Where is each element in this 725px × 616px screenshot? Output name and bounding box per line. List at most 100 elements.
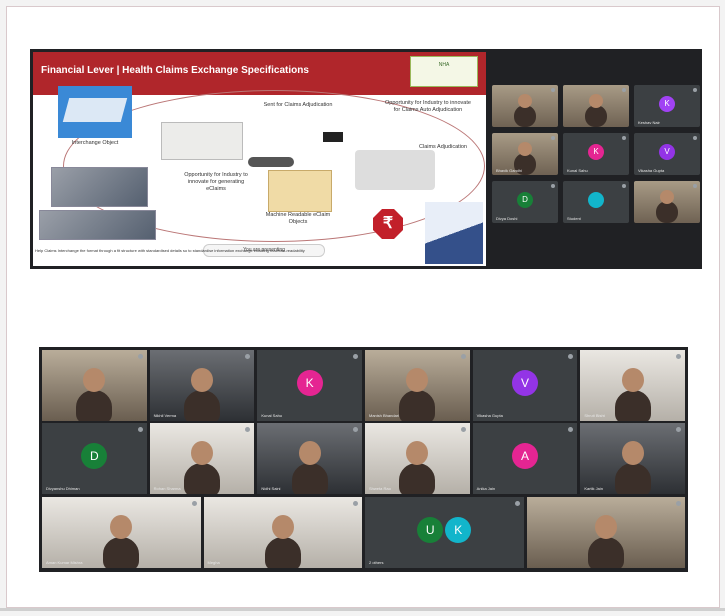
medical-items-photo xyxy=(39,210,156,240)
mic-status-icon xyxy=(137,427,143,432)
participant-tile[interactable]: Megha xyxy=(203,497,362,568)
mic-status-icon xyxy=(514,501,520,506)
participant-tile[interactable]: Shruti Bisht xyxy=(580,350,685,421)
participant-video xyxy=(76,390,113,421)
participant-tile[interactable]: D Divyanshu Dhiman xyxy=(42,423,147,494)
participant-name: Keshav Nair xyxy=(638,120,660,125)
participant-tile[interactable]: Rohan Sharma xyxy=(149,423,255,494)
participant-tile[interactable] xyxy=(526,497,685,568)
participant-tile[interactable]: Aman Kumar Mishra xyxy=(42,497,201,568)
participant-face xyxy=(621,368,644,392)
participant-tile[interactable] xyxy=(492,85,558,127)
participant-face xyxy=(660,190,674,204)
avatar: D xyxy=(517,192,533,208)
participant-name: Divya Doshi xyxy=(496,216,518,221)
participant-face xyxy=(594,515,617,539)
mic-status-icon xyxy=(460,427,466,432)
participant-tile[interactable]: D Divya Doshi xyxy=(492,181,558,223)
participant-tile[interactable]: A Anika Jain xyxy=(472,423,578,494)
label-sent-for-claims: Sent for Claims Adjudication xyxy=(263,102,333,108)
participant-name: Kartik Jain xyxy=(584,486,604,491)
participant-video xyxy=(264,537,301,568)
participant-face xyxy=(110,515,133,539)
interchange-machine-image xyxy=(58,86,132,138)
screen-share-pill[interactable] xyxy=(248,157,294,167)
hospital-photo xyxy=(51,167,148,207)
participant-tile[interactable]: Shweta Rao xyxy=(365,423,470,494)
participant-tile[interactable]: Nidhi Saini xyxy=(257,423,362,494)
mic-status-icon xyxy=(352,354,358,359)
meet-screenshot-presentation: Financial Lever | Health Claims Exchange… xyxy=(30,49,702,269)
mic-status-icon xyxy=(460,354,466,359)
meet-screenshot-gallery: Nikhil Verma K Kunal Sahu Manish Bhandari V V… xyxy=(39,347,688,572)
shared-slide: Financial Lever | Health Claims Exchange… xyxy=(33,52,486,266)
participant-video xyxy=(587,537,624,568)
mic-status-icon xyxy=(353,501,358,506)
slide-title: Financial Lever | Health Claims Exchange… xyxy=(41,65,309,76)
participant-name: Divyanshu Dhiman xyxy=(46,486,80,491)
participant-video xyxy=(585,105,607,127)
participant-name: Nidhi Saini xyxy=(261,486,281,491)
participant-name: Vikasha Gupta xyxy=(476,413,503,418)
participant-tile[interactable]: UK 2 others xyxy=(365,497,524,568)
participant-name: Nikhil Verma xyxy=(153,413,177,418)
label-interchange: Interchange Object xyxy=(71,140,119,146)
participant-name: Megha xyxy=(207,560,220,565)
avatar: V xyxy=(511,370,538,396)
participant-tile[interactable]: K Keshav Nair xyxy=(634,85,700,127)
participant-tile[interactable]: Nikhil Verma xyxy=(149,350,255,421)
participant-tile[interactable]: Kartik Jain xyxy=(580,423,685,494)
mic-status-icon xyxy=(245,354,251,359)
label-opportunity-industry: Opportunity for Industry to innovate for… xyxy=(385,100,471,113)
rupee-icon: ₹ xyxy=(373,209,403,239)
participant-name: Student xyxy=(567,216,581,221)
participant-face xyxy=(271,515,294,539)
avatar: K xyxy=(659,96,675,112)
envelope-image xyxy=(268,170,332,212)
participant-face xyxy=(190,441,213,465)
participant-name: Bhavik Gandhi xyxy=(496,168,523,173)
participant-face xyxy=(190,368,213,392)
participant-tile[interactable] xyxy=(42,350,147,421)
slide-logo: NHA xyxy=(410,56,478,87)
avatar: V xyxy=(659,144,675,160)
participant-tile[interactable]: K Kunal Sahu xyxy=(563,133,629,175)
avatar: K xyxy=(296,370,323,396)
avatar xyxy=(588,192,604,208)
participant-tile[interactable]: Student xyxy=(563,181,629,223)
label-opportunity: Opportunity for Industry to innovate for… xyxy=(184,172,248,192)
participant-tile[interactable]: V Vikasha Gupta xyxy=(634,133,700,175)
mic-status-icon xyxy=(622,136,626,140)
router-image xyxy=(323,132,343,142)
participant-name: Shweta Rao xyxy=(369,486,391,491)
participant-tile[interactable] xyxy=(563,85,629,127)
participant-face xyxy=(406,368,429,392)
avatar: A xyxy=(511,443,538,469)
participant-video xyxy=(399,390,436,421)
mic-status-icon xyxy=(191,501,197,506)
avatar: K xyxy=(588,144,604,160)
participant-tile[interactable]: Bhavik Gandhi xyxy=(492,133,558,175)
participant-tile[interactable] xyxy=(634,181,700,223)
participant-name: Vikasha Gupta xyxy=(638,168,665,173)
participant-name: Aman Kumar Mishra xyxy=(46,560,83,565)
cards-image xyxy=(161,122,243,160)
participant-face xyxy=(518,94,532,108)
participant-name: Manish Bhandari xyxy=(369,413,400,418)
mic-status-icon xyxy=(568,354,574,359)
participant-name: Rohan Sharma xyxy=(153,486,181,491)
participant-video xyxy=(399,463,436,494)
participant-tile[interactable]: K Kunal Sahu xyxy=(257,350,362,421)
slide-footnote: Help Claims Interchange the format throu… xyxy=(35,248,305,253)
participant-name: Kunal Sahu xyxy=(261,413,283,418)
mic-status-icon xyxy=(693,184,697,188)
participant-face xyxy=(589,94,603,108)
participant-tile[interactable]: V Vikasha Gupta xyxy=(472,350,578,421)
participant-tile[interactable]: Manish Bhandari xyxy=(365,350,470,421)
participant-name: Anika Jain xyxy=(476,486,496,491)
participant-video xyxy=(103,537,140,568)
mic-status-icon xyxy=(352,427,358,432)
label-machine-readable: Machine Readable eClaim Objects xyxy=(265,212,331,225)
mic-status-icon xyxy=(245,427,251,432)
avatar: D xyxy=(81,443,108,469)
